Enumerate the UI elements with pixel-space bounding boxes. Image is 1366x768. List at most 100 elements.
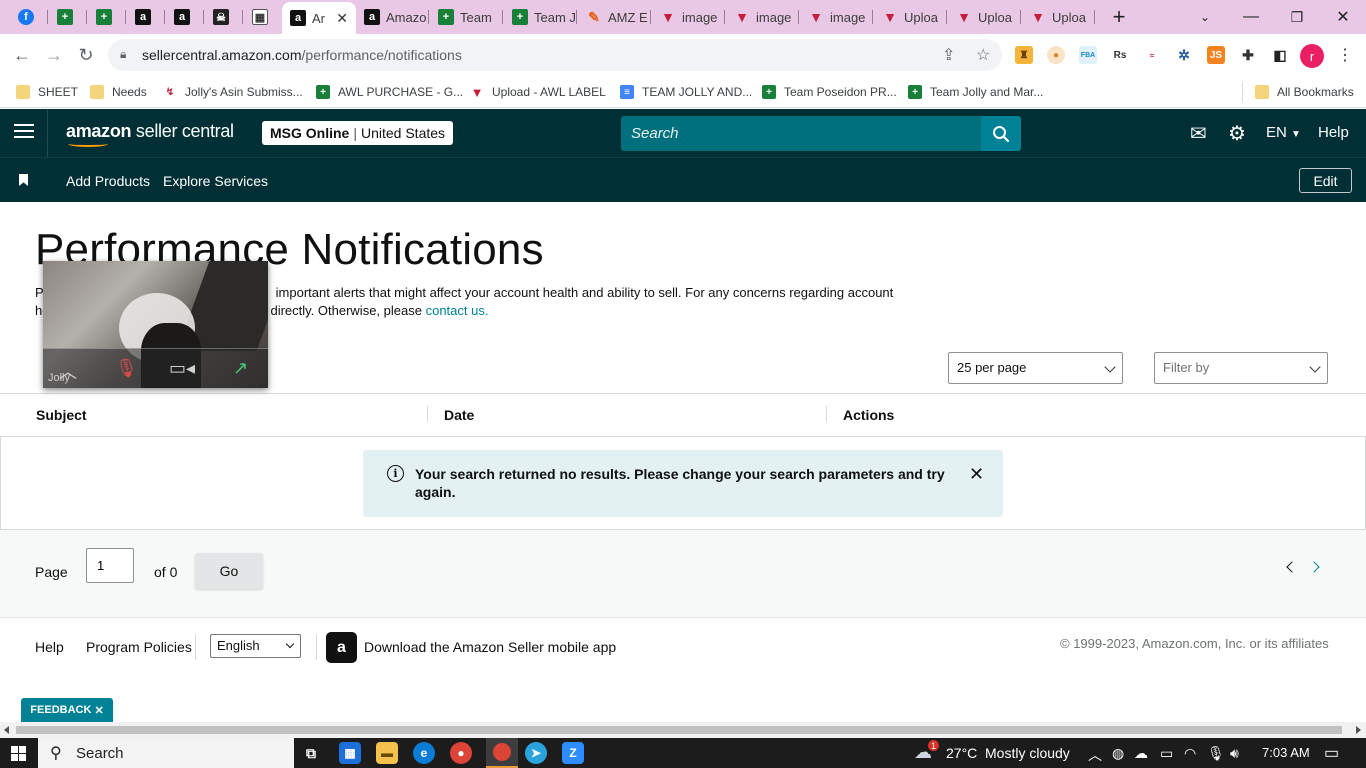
tray-app-icon[interactable]: ◍ [1112,745,1124,762]
mail-icon[interactable]: ✉ [1190,121,1207,146]
tab-amazon-3[interactable]: a Amazo [356,4,429,30]
bookmark-item[interactable]: + Team Jolly and Mar... [908,82,1043,102]
filter-by-select[interactable]: Filter by [1154,352,1328,384]
chrome-icon[interactable]: ● [450,742,472,764]
bookmark-star-icon[interactable]: ☆ [976,45,990,65]
extension-icon-6[interactable]: ✲ [1175,46,1193,64]
extensions-puzzle-icon[interactable]: ✚ [1239,46,1257,64]
telegram-icon[interactable]: ➤ [525,742,547,764]
tab-image-1[interactable]: ▼ image [652,4,725,30]
restore-icon[interactable]: ❐ [1274,0,1320,34]
all-bookmarks[interactable]: All Bookmarks [1242,82,1354,102]
tab-upload-2[interactable]: ▼ Uploa [948,4,1021,30]
gear-icon[interactable]: ⚙ [1228,121,1246,146]
close-icon[interactable]: ✕ [969,464,984,485]
rs-extension-icon[interactable]: Rs [1111,46,1129,64]
video-call-overlay[interactable]: ︿ 🎙︎ ▭◂ ↗ Jolly [43,261,268,388]
download-app-link[interactable]: Download the Amazon Seller mobile app [364,639,616,655]
edit-button[interactable]: Edit [1299,168,1352,193]
tab-sheets-2[interactable]: + [88,4,126,30]
bookmark-item[interactable]: ▼ Upload - AWL LABEL [470,82,606,102]
tab-amz-tool[interactable]: ✎ AMZ E [578,4,651,30]
browser-menu-icon[interactable]: ⋮ [1333,43,1357,67]
per-page-select[interactable]: 25 per page [948,352,1123,384]
contact-us-link[interactable]: contact us. [426,303,489,318]
edge-icon[interactable]: e [413,742,435,764]
tab-skull[interactable]: ☠ [205,4,243,30]
tab-active-amazon[interactable]: a Ar ✕ [282,2,356,34]
help-link[interactable]: Help [1318,124,1349,141]
bookmark-item[interactable]: SHEET [16,82,78,102]
feedback-button[interactable]: FEEDBACK ✕ [21,698,113,722]
add-products-link[interactable]: Add Products [66,173,150,189]
page-number-input[interactable] [86,548,134,583]
minimize-icon[interactable]: — [1228,0,1274,34]
tab-amazon-1[interactable]: a [127,4,165,30]
side-panel-icon[interactable]: ◧ [1271,46,1289,64]
onedrive-cloud-icon[interactable]: ☁ [1134,745,1148,762]
tab-amazon-2[interactable]: a [166,4,204,30]
file-explorer-icon[interactable]: ▬ [376,742,398,764]
bookmark-item[interactable]: Needs [90,82,147,102]
seller-central-logo[interactable]: amazon seller central [66,121,234,147]
extension-icon-5[interactable]: ≈ [1143,46,1161,64]
reload-icon[interactable]: ↻ [74,43,98,67]
microsoft-store-icon[interactable]: ▦ [339,742,361,764]
account-switcher[interactable]: MSG Online | United States [262,121,454,145]
volume-icon[interactable]: 🔊︎ [1230,745,1239,762]
zoom-icon[interactable]: Z [562,742,584,764]
next-page-icon[interactable] [1308,561,1320,573]
address-bar[interactable]: 🔒︎ sellercentral.amazon.com/performance/… [108,39,1002,71]
search-button[interactable] [981,116,1021,151]
language-selector[interactable]: EN ▼ [1266,124,1301,141]
go-button[interactable]: Go [195,553,263,589]
bookmark-item[interactable]: + Team Poseidon PR... [762,82,897,102]
program-policies-link[interactable]: Program Policies [86,639,192,655]
taskbar-clock[interactable]: 7:03 AM [1262,745,1310,760]
tray-chevron-up-icon[interactable]: ︿ [1088,745,1102,765]
share-screen-icon[interactable]: ↗ [233,358,248,379]
hamburger-menu-icon[interactable] [14,124,34,142]
tab-close-icon[interactable]: ✕ [336,10,348,27]
microphone-muted-icon[interactable]: 🎙︎ [115,358,138,379]
tab-calculator[interactable]: ▦ [244,4,282,30]
tab-sheets-1[interactable]: + [49,4,87,30]
back-arrow-icon[interactable]: ← [10,43,34,67]
js-extension-icon[interactable]: JS [1207,46,1225,64]
amazon-seller-app-icon[interactable]: a [326,632,357,663]
extension-icon-2[interactable]: ● [1047,46,1065,64]
wifi-icon[interactable]: ◠ [1184,745,1196,762]
footer-help-link[interactable]: Help [35,639,64,655]
tab-sheets-4[interactable]: + Team J [504,4,577,30]
search-input[interactable]: Search [621,116,981,151]
bookmark-item[interactable]: + AWL PURCHASE - G... [316,82,463,102]
explore-services-link[interactable]: Explore Services [163,173,268,189]
tab-image-3[interactable]: ▼ image [800,4,873,30]
column-subject[interactable]: Subject [36,407,87,423]
share-icon[interactable]: ⇪ [942,45,955,65]
profile-avatar[interactable]: r [1300,44,1324,68]
notification-center-icon[interactable]: ▭ [1324,743,1339,763]
horizontal-scrollbar[interactable] [0,722,1366,738]
bookmark-item[interactable]: ↯ Jolly's Asin Submiss... [163,82,303,102]
fba-extension-icon[interactable]: FBA [1079,46,1097,64]
video-camera-icon[interactable]: ▭◂ [169,358,195,379]
footer-language-select[interactable]: English [210,634,301,658]
task-view-icon[interactable]: ⧉ [300,742,322,764]
bookmark-item[interactable]: ≡ TEAM JOLLY AND... [620,82,752,102]
column-date[interactable]: Date [444,407,474,423]
extension-icon-1[interactable]: ♜ [1015,46,1033,64]
close-window-icon[interactable]: ✕ [1320,0,1366,34]
tab-upload-3[interactable]: ▼ Uploa [1022,4,1095,30]
weather-text[interactable]: Mostly cloudy [985,745,1070,761]
tab-image-2[interactable]: ▼ image [726,4,799,30]
taskbar-search-box[interactable]: ⚲ Search [38,738,294,768]
close-icon[interactable]: ✕ [94,704,103,717]
windows-start-icon[interactable] [11,746,26,761]
tab-search-chevron-icon[interactable]: ⌄ [1182,0,1228,34]
microphone-icon[interactable]: 🎙︎ [1207,745,1225,762]
chrome-active-icon[interactable] [486,738,518,768]
battery-icon[interactable]: ▭ [1160,745,1173,762]
previous-page-icon[interactable] [1286,561,1298,573]
bookmark-icon[interactable] [19,174,28,186]
